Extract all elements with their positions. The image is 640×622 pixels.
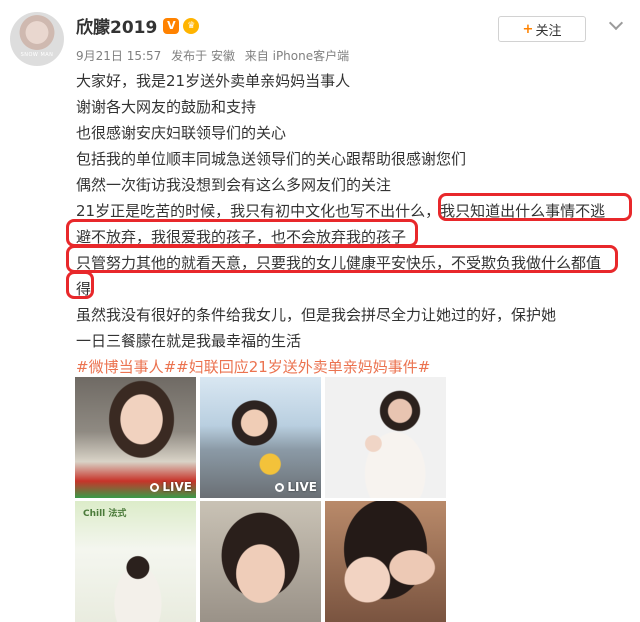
post-line: 大家好，我是21岁送外卖单亲妈妈当事人: [76, 72, 351, 90]
post-line: 一日三餐朦在就是我最幸福的生活: [76, 332, 302, 350]
highlight-box: [66, 271, 94, 299]
photo-thumbnail[interactable]: LIVE: [75, 377, 196, 498]
photo-thumbnail[interactable]: [325, 377, 446, 498]
username[interactable]: 欣朦2019: [76, 13, 157, 38]
live-badge: LIVE: [150, 480, 192, 494]
photo-thumbnail[interactable]: [200, 501, 321, 622]
photo-thumbnail[interactable]: [325, 501, 446, 622]
highlight-box: [66, 245, 618, 273]
post-date[interactable]: 9月21日 15:57: [76, 49, 161, 63]
live-icon: [275, 483, 285, 492]
post-line: 谢谢各大网友的鼓励和支持: [76, 98, 257, 116]
post-line: 偶然一次街访我没想到会有这么多网友们的关注: [76, 176, 392, 194]
poster-text: Chill 法式: [83, 509, 127, 519]
user-row: 欣朦2019 V ♛: [76, 13, 200, 38]
chevron-down-icon[interactable]: [608, 15, 624, 31]
post-line: 虽然我没有很好的条件给我女儿，但是我会拼尽全力让她过的好，保护她: [76, 306, 557, 324]
highlight-box: [66, 219, 418, 247]
post-meta: 9月21日 15:57 发布于 安徽 来自 iPhone客户端: [76, 47, 349, 64]
post-location: 发布于 安徽: [171, 49, 235, 63]
avatar-watermark: SNOW MAN: [20, 52, 54, 58]
plus-icon: +: [522, 21, 534, 37]
avatar[interactable]: SNOW MAN: [10, 12, 64, 66]
follow-button-label: 关注: [535, 23, 562, 39]
live-icon: [150, 483, 160, 492]
photo-thumbnail[interactable]: LIVE: [200, 377, 321, 498]
post-line: 也很感谢安庆妇联领导们的关心: [76, 124, 287, 142]
post-source: 来自 iPhone客户端: [244, 49, 350, 63]
post-line: 包括我的单位顺丰同城急送领导们的关心跟帮助很感谢您们: [76, 150, 467, 168]
highlight-box: [438, 193, 632, 221]
live-badge: LIVE: [275, 480, 317, 494]
follow-button[interactable]: + 关注: [498, 16, 586, 42]
verified-icon: V: [163, 17, 180, 34]
photo-thumbnail[interactable]: Chill 法式: [75, 501, 196, 622]
crown-icon: ♛: [183, 17, 200, 34]
